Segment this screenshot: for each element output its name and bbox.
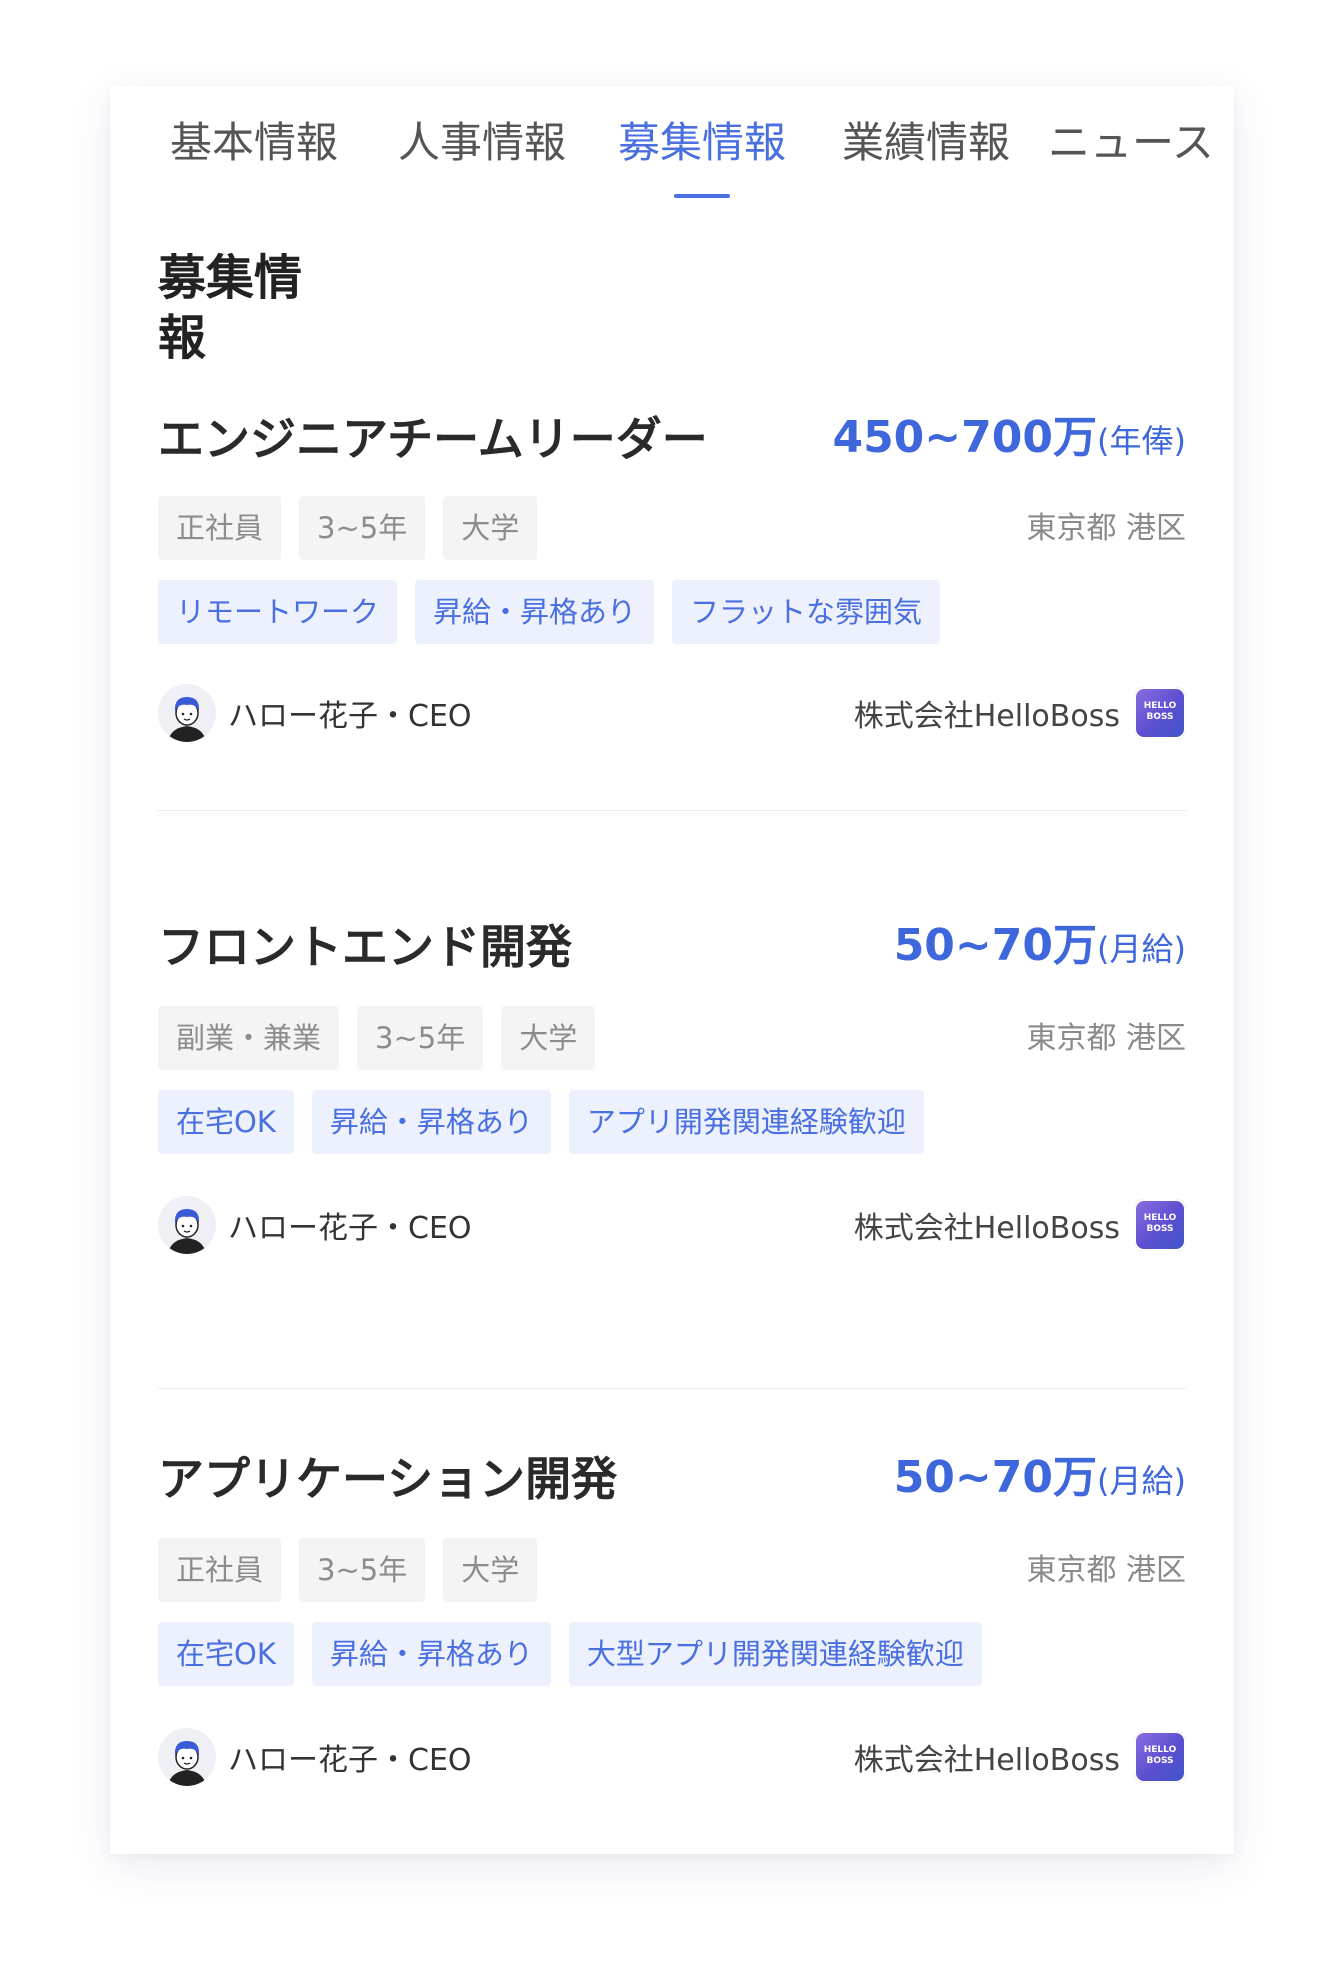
section-title: 募集情報 xyxy=(158,250,303,366)
job-benefits: リモートワーク 昇給・昇格あり フラットな雰囲気 xyxy=(158,580,941,644)
job-conditions: 正社員 3~5年 大学 xyxy=(158,496,538,560)
job-location: 東京都 港区 xyxy=(1026,1021,1186,1056)
company-logo: HELLO BOSS xyxy=(1134,1199,1186,1251)
salary: 450~700万(年俸) xyxy=(832,416,1186,460)
job-card[interactable]: アプリケーション開発 50~70万(月給) 正社員 3~5年 大学 東京都 港区… xyxy=(158,1456,1186,1854)
employment-type-tag: 正社員 xyxy=(158,1538,282,1602)
company-name: 株式会社HelloBoss xyxy=(853,699,1120,734)
job-location: 東京都 港区 xyxy=(1026,511,1186,546)
recruiter-name: ハロー花子・CEO xyxy=(228,1211,472,1246)
recruiter[interactable]: ハロー花子・CEO xyxy=(158,684,472,742)
salary-period: (月給) xyxy=(1097,930,1186,968)
benefit-tag: 昇給・昇格あり xyxy=(311,1622,551,1686)
benefit-tag: アプリ開発関連経験歓迎 xyxy=(568,1090,924,1154)
active-tab-indicator xyxy=(674,194,730,198)
company-logo: HELLO BOSS xyxy=(1134,687,1186,739)
recruiter[interactable]: ハロー花子・CEO xyxy=(158,1196,472,1254)
logo-text-line: HELLO xyxy=(1143,1745,1177,1755)
tab-hr-info[interactable]: 人事情報 xyxy=(398,122,566,164)
tab-performance-info[interactable]: 業績情報 xyxy=(842,122,1010,164)
logo-text-line: BOSS xyxy=(1146,1756,1174,1766)
recruiter-name: ハロー花子・CEO xyxy=(228,1743,472,1778)
job-title[interactable]: アプリケーション開発 xyxy=(158,1456,617,1502)
recruiter-name: ハロー花子・CEO xyxy=(228,699,472,734)
salary-period: (月給) xyxy=(1097,1462,1186,1500)
education-tag: 大学 xyxy=(501,1006,596,1070)
job-card[interactable]: フロントエンド開発 50~70万(月給) 副業・兼業 3~5年 大学 東京都 港… xyxy=(158,924,1186,1324)
education-tag: 大学 xyxy=(443,496,538,560)
salary: 50~70万(月給) xyxy=(894,924,1186,968)
logo-text-line: HELLO xyxy=(1143,1213,1177,1223)
job-conditions: 副業・兼業 3~5年 大学 xyxy=(158,1006,596,1070)
logo-text-line: BOSS xyxy=(1146,1224,1174,1234)
job-benefits: 在宅OK 昇給・昇格あり 大型アプリ開発関連経験歓迎 xyxy=(158,1622,982,1686)
avatar xyxy=(158,684,216,742)
divider xyxy=(158,1388,1186,1389)
company-name: 株式会社HelloBoss xyxy=(853,1743,1120,1778)
education-tag: 大学 xyxy=(443,1538,538,1602)
tab-news[interactable]: ニュース xyxy=(1048,122,1214,164)
avatar xyxy=(158,1196,216,1254)
divider xyxy=(158,810,1186,811)
job-benefits: 在宅OK 昇給・昇格あり アプリ開発関連経験歓迎 xyxy=(158,1090,924,1154)
benefit-tag: 昇給・昇格あり xyxy=(311,1090,551,1154)
salary-amount: 50~70万 xyxy=(893,920,1098,971)
experience-tag: 3~5年 xyxy=(299,1538,426,1602)
company[interactable]: 株式会社HelloBoss HELLO BOSS xyxy=(854,1731,1186,1783)
employment-type-tag: 正社員 xyxy=(158,496,282,560)
salary-amount: 450~700万 xyxy=(832,412,1098,463)
company[interactable]: 株式会社HelloBoss HELLO BOSS xyxy=(854,687,1186,739)
job-location: 東京都 港区 xyxy=(1026,1553,1186,1588)
logo-text-line: HELLO xyxy=(1143,701,1177,711)
benefit-tag: 昇給・昇格あり xyxy=(415,580,655,644)
avatar xyxy=(158,1728,216,1786)
company-logo: HELLO BOSS xyxy=(1134,1731,1186,1783)
salary: 50~70万(月給) xyxy=(894,1456,1186,1500)
tab-basic-info[interactable]: 基本情報 xyxy=(170,122,338,164)
salary-period: (年俸) xyxy=(1097,422,1186,460)
benefit-tag: リモートワーク xyxy=(158,580,398,644)
job-title[interactable]: エンジニアチームリーダー xyxy=(158,416,708,462)
job-conditions: 正社員 3~5年 大学 xyxy=(158,1538,538,1602)
job-title[interactable]: フロントエンド開発 xyxy=(158,924,572,970)
benefit-tag: フラットな雰囲気 xyxy=(672,580,941,644)
logo-text-line: BOSS xyxy=(1146,712,1174,722)
company-name: 株式会社HelloBoss xyxy=(853,1211,1120,1246)
job-card[interactable]: エンジニアチームリーダー 450~700万(年俸) 正社員 3~5年 大学 東京… xyxy=(158,408,1186,808)
benefit-tag: 大型アプリ開発関連経験歓迎 xyxy=(568,1622,982,1686)
company-detail-card: 基本情報 人事情報 募集情報 業績情報 ニュース 募集情報 エンジニアチームリー… xyxy=(110,86,1234,1854)
benefit-tag: 在宅OK xyxy=(158,1090,294,1154)
tab-bar: 基本情報 人事情報 募集情報 業績情報 ニュース xyxy=(110,86,1234,198)
recruiter[interactable]: ハロー花子・CEO xyxy=(158,1728,472,1786)
company[interactable]: 株式会社HelloBoss HELLO BOSS xyxy=(854,1199,1186,1251)
tab-recruitment-info[interactable]: 募集情報 xyxy=(618,122,786,164)
benefit-tag: 在宅OK xyxy=(158,1622,294,1686)
employment-type-tag: 副業・兼業 xyxy=(158,1006,340,1070)
salary-amount: 50~70万 xyxy=(893,1452,1098,1503)
experience-tag: 3~5年 xyxy=(357,1006,484,1070)
experience-tag: 3~5年 xyxy=(299,496,426,560)
